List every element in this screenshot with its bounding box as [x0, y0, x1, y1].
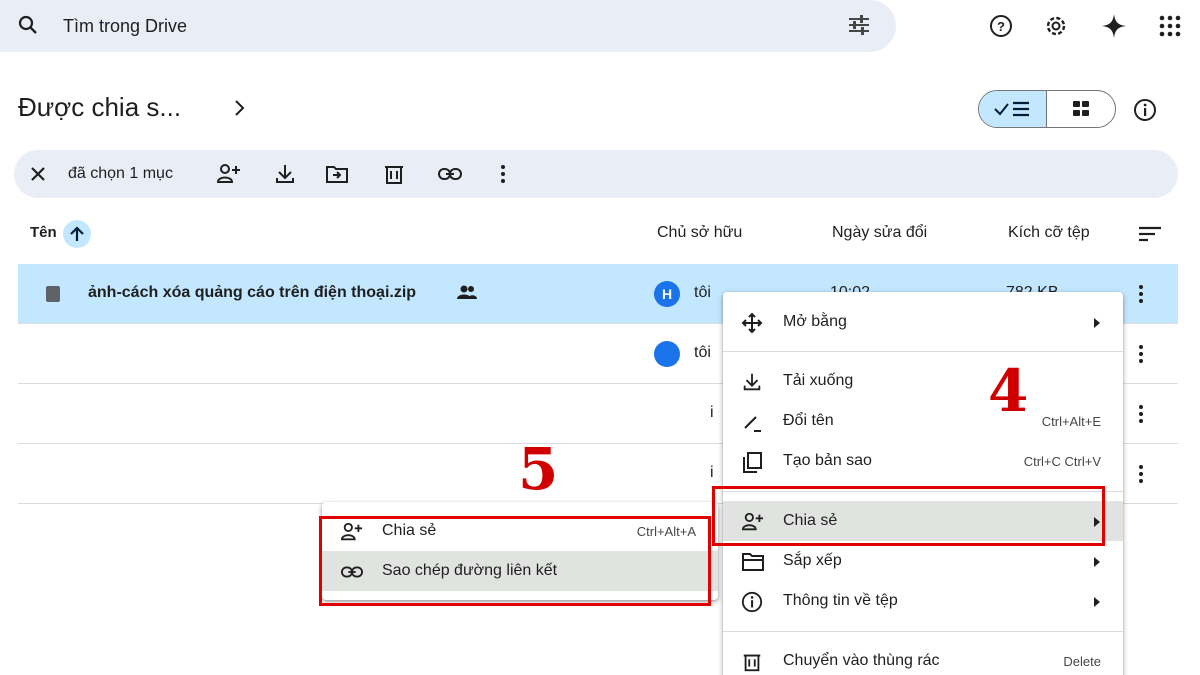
- view-toggle[interactable]: [978, 90, 1116, 128]
- menu-file-info[interactable]: Thông tin về tệp: [723, 581, 1123, 621]
- trash-icon: [741, 651, 763, 675]
- file-owner: i: [710, 464, 714, 481]
- folder-icon: [741, 551, 765, 578]
- svg-text:?: ?: [997, 19, 1005, 34]
- highlight-box-submenu: [319, 516, 711, 606]
- shared-icon: [456, 284, 478, 305]
- row-more-icon[interactable]: [1136, 462, 1146, 491]
- info-icon: [741, 591, 763, 618]
- more-vert-icon[interactable]: [498, 162, 508, 191]
- settings-icon[interactable]: [1040, 10, 1072, 42]
- download-icon[interactable]: [274, 162, 296, 191]
- chevron-right-icon[interactable]: [230, 96, 250, 125]
- column-name[interactable]: Tên: [30, 224, 57, 241]
- trash-icon[interactable]: [383, 162, 405, 191]
- gemini-icon[interactable]: [1098, 10, 1130, 42]
- menu-download[interactable]: Tải xuống: [723, 361, 1123, 401]
- sort-arrow-icon[interactable]: [63, 220, 91, 248]
- page-title[interactable]: Được chia s...: [18, 92, 181, 123]
- file-owner: tôi: [694, 284, 711, 301]
- pencil-icon: [741, 411, 763, 438]
- avatar: [654, 341, 680, 367]
- row-more-icon[interactable]: [1136, 282, 1146, 311]
- row-more-icon[interactable]: [1136, 342, 1146, 371]
- menu-organize[interactable]: Sắp xếp: [723, 541, 1123, 581]
- menu-make-copy[interactable]: Tạo bản sao Ctrl+C Ctrl+V: [723, 441, 1123, 481]
- highlight-box-share: [712, 486, 1105, 546]
- context-menu: Mở bằng Tải xuống Đổi tên Ctrl+Alt+E Tạo…: [723, 292, 1123, 675]
- search-bar[interactable]: Tìm trong Drive: [0, 0, 896, 52]
- step-number-4: 4: [988, 357, 1029, 425]
- column-size[interactable]: Kích cỡ tệp: [1008, 224, 1090, 242]
- copy-icon: [741, 451, 763, 478]
- step-number-5: 5: [518, 435, 559, 503]
- selection-toolbar: đã chọn 1 mục: [14, 150, 1178, 198]
- link-icon[interactable]: [437, 162, 463, 191]
- file-name[interactable]: ảnh-cách xóa quảng cáo trên điện thoại.z…: [88, 284, 416, 302]
- avatar: H: [654, 281, 680, 307]
- apps-icon[interactable]: [1154, 10, 1186, 42]
- close-icon[interactable]: [28, 164, 48, 189]
- submenu-arrow-icon: [1093, 595, 1101, 613]
- column-owner[interactable]: Chủ sở hữu: [657, 224, 742, 242]
- move-icon[interactable]: [325, 162, 349, 191]
- file-owner: tôi: [694, 344, 711, 361]
- drive-screen: Tìm trong Drive ? Được chia s... đã chọn…: [0, 0, 1200, 675]
- search-icon[interactable]: [16, 13, 40, 42]
- help-icon[interactable]: ?: [985, 10, 1017, 42]
- submenu-arrow-icon: [1093, 555, 1101, 573]
- row-more-icon[interactable]: [1136, 402, 1146, 431]
- grid-view-button[interactable]: [1047, 91, 1115, 127]
- info-icon[interactable]: [1133, 98, 1157, 127]
- search-options-icon[interactable]: [846, 12, 872, 43]
- list-view-button[interactable]: [979, 91, 1047, 127]
- sort-options-icon[interactable]: [1138, 224, 1162, 249]
- menu-move-to-trash[interactable]: Chuyển vào thùng rác Delete: [723, 641, 1123, 675]
- zip-file-icon: [46, 286, 60, 302]
- menu-open-with[interactable]: Mở bằng: [723, 302, 1123, 342]
- share-icon[interactable]: [216, 162, 242, 191]
- submenu-arrow-icon: [1093, 316, 1101, 334]
- selection-count: đã chọn 1 mục: [68, 165, 173, 182]
- menu-rename[interactable]: Đổi tên Ctrl+Alt+E: [723, 401, 1123, 441]
- search-input[interactable]: Tìm trong Drive: [63, 16, 187, 37]
- move-arrows-icon: [741, 312, 763, 339]
- download-icon: [741, 371, 763, 398]
- column-modified[interactable]: Ngày sửa đổi: [832, 224, 927, 242]
- file-owner: i: [710, 404, 714, 421]
